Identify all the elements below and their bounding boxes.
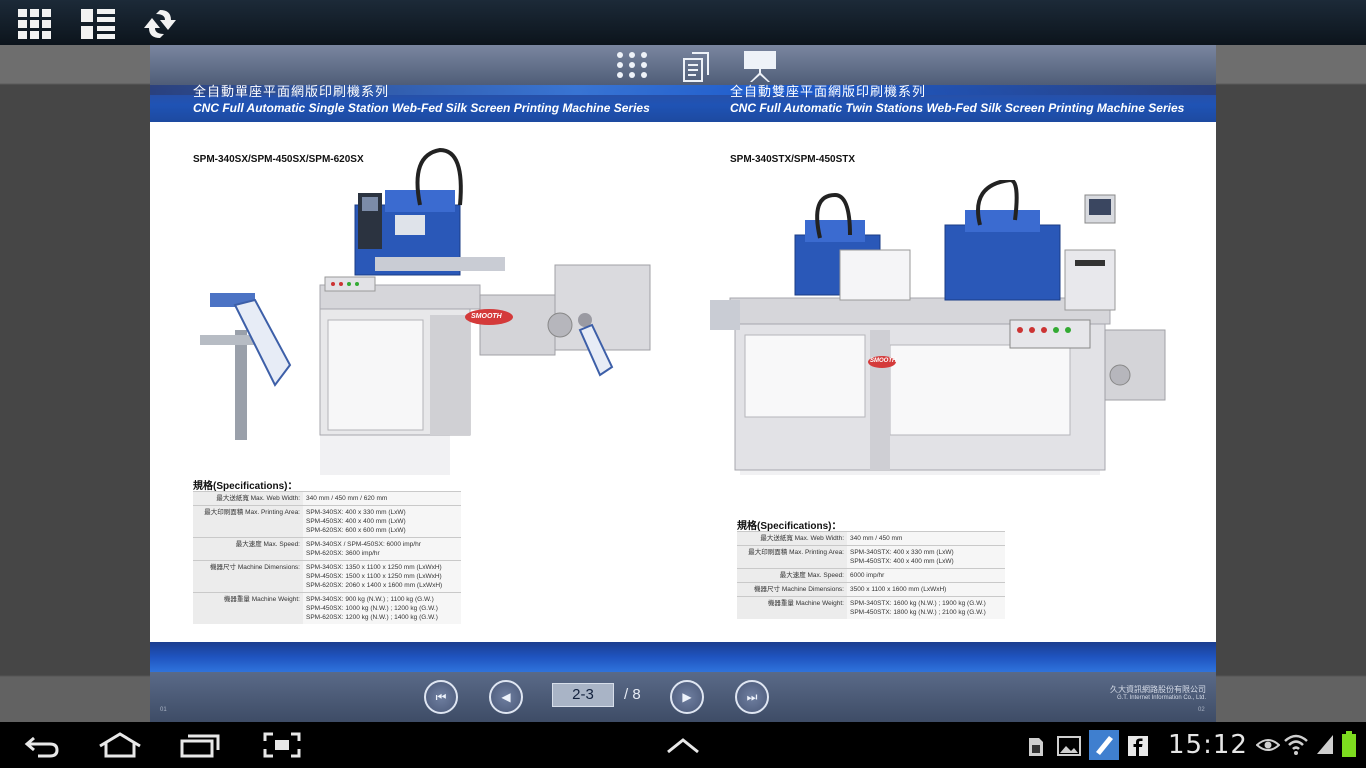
facebook-icon[interactable]: [1128, 736, 1148, 761]
spec-value: SPM-340SX: 1350 x 1100 x 1250 mm (LxWxH)…: [303, 560, 461, 593]
spec-label: 機器尺寸 Machine Dimensions:: [193, 560, 303, 593]
home-icon[interactable]: [98, 732, 142, 763]
thumbnails-icon[interactable]: [614, 49, 650, 81]
last-page-button[interactable]: ⏭: [735, 680, 769, 714]
refresh-icon[interactable]: [140, 8, 176, 40]
spec-value: 6000 imp/hr: [847, 568, 1005, 583]
spec-value: 3500 x 1100 x 1600 mm (LxWxH): [847, 582, 1005, 597]
left-margin-area: [0, 45, 150, 722]
next-page-icon: ▶: [682, 690, 692, 704]
previous-page-button[interactable]: ◀: [489, 680, 523, 714]
spec-label: 最大速度 Max. Speed:: [193, 537, 303, 561]
spec-value: SPM-340STX: 400 x 330 mm (LxW) SPM-450ST…: [847, 545, 1005, 569]
spec-value: SPM-340STX: 1600 kg (N.W.) ; 1900 kg (G.…: [847, 596, 1005, 619]
back-icon[interactable]: [24, 734, 60, 763]
company-name-en: G.T. Internet Information Co., Ltd.: [1116, 695, 1206, 701]
table-row: 最大速度 Max. Speed: 6000 imp/hr: [737, 568, 1005, 583]
first-page-icon: ⏮: [435, 689, 447, 704]
wifi-icon: [1283, 732, 1309, 761]
table-row: 機器重量 Machine Weight: SPM-340STX: 1600 kg …: [737, 596, 1005, 619]
left-title-zh: 全自動單座平面網版印刷機系列: [193, 84, 390, 99]
last-page-icon: ⏭: [746, 689, 758, 704]
page-number-input[interactable]: 2-3: [552, 683, 614, 707]
page-number-left: 01: [160, 707, 167, 713]
previous-page-icon: ◀: [501, 690, 511, 704]
table-row: 機器尺寸 Machine Dimensions: SPM-340SX: 1350 …: [193, 560, 461, 593]
eye-icon[interactable]: [1255, 737, 1281, 758]
footer-band: [150, 642, 1216, 672]
app-window: 全自動單座平面網版印刷機系列 CNC Full Automatic Single…: [0, 0, 1366, 768]
single-station-machine-image: [200, 147, 651, 475]
spec-label: 最大速度 Max. Speed:: [737, 568, 847, 583]
spec-label: 最大印刷面積 Max. Printing Area:: [193, 505, 303, 538]
grid-view-icon[interactable]: [17, 8, 53, 40]
total-pages-label: / 8: [624, 686, 641, 703]
table-row: 最大速度 Max. Speed: SPM-340SX / SPM-450SX: 6…: [193, 537, 461, 561]
spec-label: 機器重量 Machine Weight:: [737, 596, 847, 619]
list-view-icon[interactable]: [80, 8, 116, 40]
spec-label: 最大送紙寬 Max. Web Width:: [737, 531, 847, 546]
table-row: 機器重量 Machine Weight: SPM-340SX: 900 kg (N…: [193, 592, 461, 624]
next-page-button[interactable]: ▶: [670, 680, 704, 714]
first-page-button[interactable]: ⏮: [424, 680, 458, 714]
battery-icon: [1342, 731, 1356, 762]
spec-label: 機器尺寸 Machine Dimensions:: [737, 582, 847, 597]
table-row: 機器尺寸 Machine Dimensions: 3500 x 1100 x 16…: [737, 582, 1005, 597]
spec-value: 340 mm / 450 mm: [847, 531, 1005, 546]
recent-apps-icon[interactable]: [180, 734, 220, 763]
left-title-en: CNC Full Automatic Single Station Web-Fe…: [193, 101, 650, 115]
right-title-en: CNC Full Automatic Twin Stations Web-Fed…: [730, 101, 1185, 115]
table-row: 最大送紙寬 Max. Web Width: 340 mm / 450 mm / 6…: [193, 491, 461, 506]
right-title-zh: 全自動雙座平面網版印刷機系列: [730, 84, 927, 99]
system-navigation-bar: 15:12: [0, 722, 1366, 768]
left-spec-title: 規格(Specifications)：: [193, 481, 298, 492]
right-spec-table: 最大送紙寬 Max. Web Width: 340 mm / 450 mm 最大印…: [737, 531, 1005, 619]
company-name-zh: 久大資訊網路股份有限公司: [1110, 685, 1206, 694]
right-margin-area: [1216, 45, 1366, 722]
signal-icon: [1315, 733, 1335, 760]
table-row: 最大印刷面積 Max. Printing Area: SPM-340STX: 40…: [737, 545, 1005, 569]
spec-value: SPM-340SX: 400 x 330 mm (LxW) SPM-450SX:…: [303, 505, 461, 538]
copy-icon[interactable]: [680, 49, 716, 82]
table-row: 最大印刷面積 Max. Printing Area: SPM-340SX: 400…: [193, 505, 461, 538]
clock: 15:12: [1168, 730, 1248, 760]
spec-label: 最大送紙寬 Max. Web Width:: [193, 491, 303, 506]
company-logo: 久大資訊網路股份有限公司 G.T. Internet Information C…: [1110, 684, 1206, 701]
top-app-bar: [0, 0, 1366, 45]
left-brand-logo: SMOOTH: [471, 313, 502, 320]
brochure-spread[interactable]: 全自動單座平面網版印刷機系列 CNC Full Automatic Single…: [150, 45, 1216, 722]
right-brand-logo: SMOOTH: [870, 358, 897, 364]
spec-label: 最大印刷面積 Max. Printing Area:: [737, 545, 847, 569]
sd-card-icon[interactable]: [1027, 736, 1045, 763]
spec-value: SPM-340SX: 900 kg (N.W.) ; 1100 kg (G.W.…: [303, 592, 461, 624]
right-model-name: SPM-340STX/SPM-450STX: [730, 154, 856, 165]
twin-station-machine-image: [710, 180, 1166, 475]
spec-value: SPM-340SX / SPM-450SX: 6000 imp/hr SPM-6…: [303, 537, 461, 561]
table-row: 最大送紙寬 Max. Web Width: 340 mm / 450 mm: [737, 531, 1005, 546]
notes-icon[interactable]: [1089, 730, 1119, 765]
right-spec-title: 規格(Specifications)：: [737, 521, 842, 532]
screenshot-icon[interactable]: [263, 732, 301, 763]
left-spec-table: 最大送紙寬 Max. Web Width: 340 mm / 450 mm / 6…: [193, 491, 461, 624]
spec-value: 340 mm / 450 mm / 620 mm: [303, 491, 461, 506]
page-number-right: 02: [1198, 707, 1205, 713]
up-arrow-icon[interactable]: [666, 736, 700, 759]
gallery-icon[interactable]: [1057, 736, 1081, 761]
page-navigation-bar: 01 ⏮ ◀ 2-3 / 8 ▶ ⏭ 久大資訊網路股份有限公司 G.T. Int…: [150, 672, 1216, 722]
spec-label: 機器重量 Machine Weight:: [193, 592, 303, 624]
slideshow-icon[interactable]: [742, 49, 778, 82]
